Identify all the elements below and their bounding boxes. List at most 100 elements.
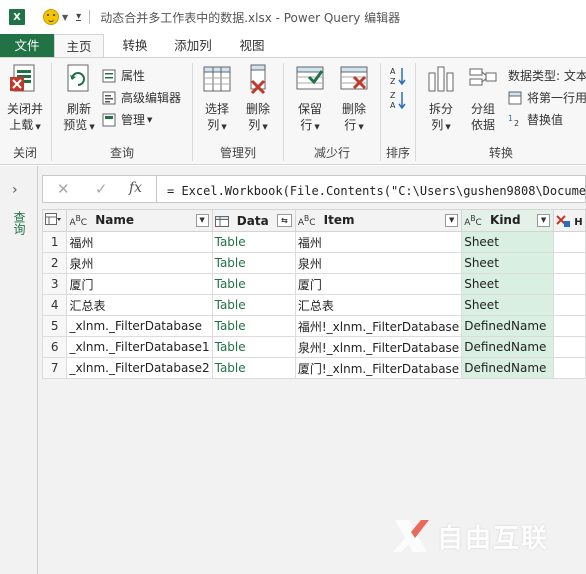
group-by-button[interactable]: 分组 依据 — [464, 63, 502, 133]
use-first-row-as-headers-button[interactable]: 将第一行用 — [508, 89, 586, 106]
row-number[interactable]: 1 — [41, 231, 68, 253]
cell-empty[interactable] — [553, 231, 586, 253]
cell-item[interactable]: 福州 — [294, 231, 463, 253]
choose-columns-button[interactable]: 选择 列 ▼ — [198, 63, 236, 135]
table-row[interactable]: 6 _xlnm._FilterDatabase1 Table 泉州!_xlnm._Fi… — [41, 336, 586, 358]
cell-kind[interactable]: DefinedName — [461, 336, 555, 358]
cell-name[interactable]: 汇总表 — [66, 294, 213, 316]
cell-kind[interactable]: Sheet — [461, 231, 555, 253]
row-number[interactable]: 6 — [41, 336, 68, 358]
column-header-item[interactable]: ABC Item ▼ — [294, 209, 463, 232]
table-row[interactable]: 4 汇总表 Table 汇总表 Sheet — [41, 294, 586, 316]
cell-item[interactable]: 泉州!_xlnm._FilterDatabase — [294, 336, 463, 358]
cell-kind[interactable]: Sheet — [461, 273, 555, 295]
table-row[interactable]: 3 厦门 Table 厦门 Sheet — [41, 273, 586, 295]
smiley-feedback-icon[interactable] — [43, 9, 59, 25]
filter-dropdown-icon[interactable]: ▼ — [537, 214, 551, 227]
cell-kind[interactable]: Sheet — [461, 294, 555, 316]
cell-item[interactable]: 福州!_xlnm._FilterDatabase — [294, 315, 463, 337]
tab-file[interactable]: 文件 — [0, 34, 54, 58]
cell-data-table-link[interactable]: Table — [211, 357, 296, 379]
column-header-data[interactable]: Data ⇆ — [211, 209, 296, 232]
expand-column-icon[interactable]: ⇆ — [276, 214, 292, 227]
text-type-icon[interactable]: ABC — [69, 214, 87, 228]
table-row[interactable]: 2 泉州 Table 泉州 Sheet — [41, 252, 586, 274]
formula-text[interactable]: = Excel.Workbook(File.Contents("C:\Users… — [167, 182, 586, 199]
cell-item[interactable]: 汇总表 — [294, 294, 463, 316]
refresh-preview-button[interactable]: 刷新 预览 ▼ — [58, 63, 100, 135]
feedback-dropdown-icon[interactable]: ▼ — [62, 13, 68, 22]
cell-data-table-link[interactable]: Table — [211, 336, 296, 358]
cell-name[interactable]: _xlnm._FilterDatabase2 — [66, 357, 213, 379]
cell-name[interactable]: 福州 — [66, 231, 213, 253]
cell-data-table-link[interactable]: Table — [211, 315, 296, 337]
remove-rows-button[interactable]: 删除 行 ▼ — [334, 63, 374, 135]
cell-kind[interactable]: DefinedName — [461, 315, 555, 337]
cell-data-table-link[interactable]: Table — [211, 231, 296, 253]
cell-kind[interactable]: DefinedName — [461, 357, 555, 379]
cancel-formula-icon[interactable]: ✕ — [57, 180, 70, 198]
cell-empty[interactable] — [553, 252, 586, 274]
cell-name[interactable]: _xlnm._FilterDatabase — [66, 315, 213, 337]
tab-home[interactable]: 主页 — [54, 34, 104, 58]
column-header-name[interactable]: ABC Name ▼ — [66, 209, 213, 232]
cell-empty[interactable] — [553, 315, 586, 337]
cell-name[interactable]: _xlnm._FilterDatabase1 — [66, 336, 213, 358]
filter-dropdown-icon[interactable]: ▼ — [445, 214, 459, 227]
cell-empty[interactable] — [553, 294, 586, 316]
svg-text:A: A — [390, 67, 396, 76]
quick-access-customize-icon[interactable]: ▾ — [76, 12, 82, 22]
cell-data-table-link[interactable]: Table — [211, 252, 296, 274]
cell-empty[interactable] — [553, 273, 586, 295]
data-type-dropdown[interactable]: 数据类型: 文本 — [508, 67, 586, 84]
filter-dropdown-icon[interactable]: ▼ — [195, 214, 209, 227]
column-header-hidden[interactable]: H — [553, 209, 586, 232]
sort-descending-button[interactable]: ZA — [390, 90, 406, 110]
queries-pane-label[interactable]: 查询 — [11, 211, 28, 235]
tab-transform[interactable]: 转换 — [120, 34, 150, 58]
split-column-label-1: 拆分 — [428, 102, 453, 116]
manage-button[interactable]: 管理 ▼ — [102, 111, 152, 128]
tab-view[interactable]: 视图 — [237, 34, 267, 58]
replace-values-button[interactable]: 12 替换值 — [508, 111, 563, 128]
fx-icon[interactable]: fx — [129, 180, 142, 196]
excel-icon[interactable]: X — [9, 9, 25, 25]
expand-queries-icon[interactable]: › — [12, 182, 18, 198]
cell-name[interactable]: 泉州 — [66, 252, 213, 274]
confirm-formula-icon[interactable]: ✓ — [95, 180, 108, 198]
cell-name[interactable]: 厦门 — [66, 273, 213, 295]
error-type-icon[interactable] — [556, 215, 571, 227]
close-and-load-button[interactable]: 关闭并 上载 ▼ — [4, 63, 46, 135]
keep-rows-button[interactable]: 保留 行 ▼ — [290, 63, 330, 135]
cell-kind[interactable]: Sheet — [461, 252, 555, 274]
cell-data-table-link[interactable]: Table — [211, 294, 296, 316]
refresh-label-2: 预览 — [63, 118, 88, 132]
table-corner-menu[interactable] — [41, 209, 68, 232]
split-column-button[interactable]: 拆分 列 ▼ — [422, 63, 460, 135]
text-type-icon[interactable]: ABC — [464, 214, 482, 228]
table-type-icon[interactable] — [214, 215, 229, 227]
cell-empty[interactable] — [553, 336, 586, 358]
cell-data-table-link[interactable]: Table — [211, 273, 296, 295]
tab-add-column[interactable]: 添加列 — [173, 34, 213, 58]
chevron-down-icon: ▼ — [262, 123, 268, 131]
table-row[interactable]: 7 _xlnm._FilterDatabase2 Table 厦门!_xlnm._Fi… — [41, 357, 586, 379]
advanced-editor-button[interactable]: 高级编辑器 — [102, 89, 181, 106]
properties-button[interactable]: 属性 — [102, 67, 145, 84]
text-type-icon[interactable]: ABC — [298, 214, 316, 228]
column-header-kind[interactable]: ABC Kind ▼ — [461, 209, 555, 232]
row-number[interactable]: 2 — [41, 252, 68, 274]
row-number[interactable]: 4 — [41, 294, 68, 316]
remove-columns-button[interactable]: 删除 列 ▼ — [239, 63, 277, 135]
cell-item[interactable]: 厦门 — [294, 273, 463, 295]
table-row[interactable]: 5 _xlnm._FilterDatabase Table 福州!_xlnm._Fil… — [41, 315, 586, 337]
cell-item[interactable]: 厦门!_xlnm._FilterDatabase — [294, 357, 463, 379]
cell-item[interactable]: 泉州 — [294, 252, 463, 274]
remove-columns-label-1: 删除 — [245, 102, 270, 116]
table-row[interactable]: 1 福州 Table 福州 Sheet — [41, 231, 586, 253]
sort-ascending-button[interactable]: AZ — [390, 66, 406, 86]
row-number[interactable]: 7 — [41, 357, 68, 379]
row-number[interactable]: 3 — [41, 273, 68, 295]
cell-empty[interactable] — [553, 357, 586, 379]
row-number[interactable]: 5 — [41, 315, 68, 337]
